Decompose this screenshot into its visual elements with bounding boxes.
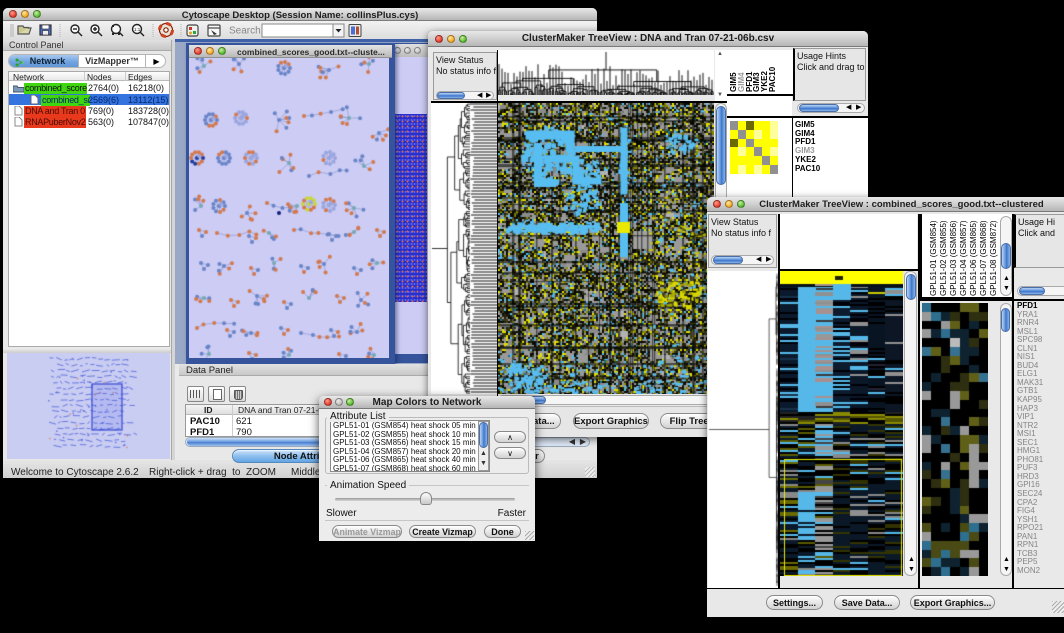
svg-text:1:1: 1:1: [134, 27, 141, 32]
svg-text:Search:: Search:: [229, 26, 263, 37]
